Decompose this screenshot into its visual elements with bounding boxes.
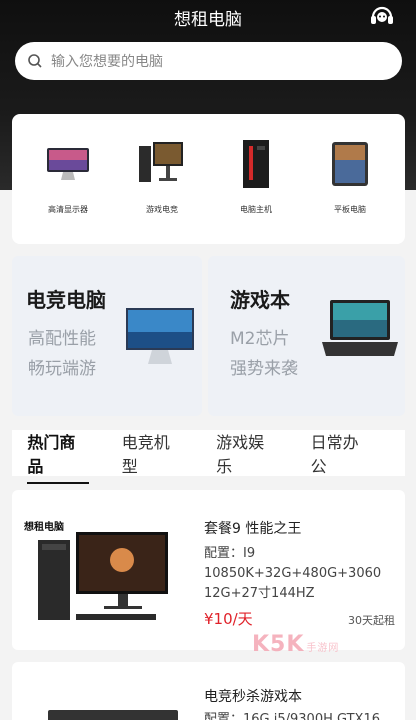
product-min-term: 30天起租 [348,614,395,627]
category-gaming[interactable]: 游戏电竞 [122,136,202,215]
tab-office[interactable]: 日常办公 [311,429,372,477]
product-image [38,532,168,620]
promo-line: 高配性能 [28,329,96,349]
monitor-icon [47,148,89,180]
product-config: 配置：I9 10850K+32G+480G+3060 12G+27寸144HZ [204,546,382,601]
product-name: 套餐9 性能之王 [204,521,302,537]
product-price: ¥10/天 [204,610,253,628]
promo-line: M2芯片 [230,329,290,349]
promo-line: 畅玩端游 [28,359,96,379]
category-label: 游戏电竞 [146,205,178,214]
tab-hot[interactable]: 热门商品 [27,429,90,484]
laptop-image [322,300,398,356]
watermark-main: K5K [252,632,305,657]
pc-tower-icon [243,140,269,188]
tab-esports[interactable]: 电竞机型 [122,429,183,477]
search-input[interactable]: 输入您想要的电脑 [15,42,402,80]
headset-icon[interactable] [368,2,396,30]
category-host[interactable]: 电脑主机 [216,136,296,215]
product-card[interactable]: 想租电脑 套餐9 性能之王 配置：I9 10850K+32G+480G+3060… [12,490,405,650]
product-name: 电竞秒杀游戏本 [204,689,302,705]
search-icon [28,54,42,68]
watermark-logo: K5K 手游网 [252,632,339,657]
promo-title: 游戏本 [230,288,290,312]
category-label: 平板电脑 [334,205,366,214]
promo-line: 强势来袭 [230,359,298,379]
category-tabs: 热门商品 电竞机型 游戏娱乐 日常办公 [12,429,405,484]
promo-gaming-pc[interactable]: 电竞电脑 高配性能 畅玩端游 [12,256,202,416]
promo-title: 电竞电脑 [26,288,106,312]
gaming-pc-icon [139,142,183,182]
category-tablet[interactable]: 平板电脑 [310,136,390,215]
category-grid: 高清显示器 游戏电竞 电脑主机 平板电脑 [12,114,405,244]
category-monitor[interactable]: 高清显示器 [28,136,108,215]
promo-gaming-laptop[interactable]: 游戏本 M2芯片 强势来袭 [208,256,405,416]
tab-games[interactable]: 游戏娱乐 [216,429,277,477]
product-config: 配置：16G i5/9300H GTX16 [204,712,381,720]
product-card[interactable]: 电竞秒杀游戏本 配置：16G i5/9300H GTX16 [12,662,405,720]
product-image [48,710,178,720]
search-placeholder: 输入您想要的电脑 [51,54,163,70]
category-label: 高清显示器 [48,205,88,214]
tablet-icon [332,142,368,186]
watermark-sub: 手游网 [306,643,340,654]
category-label: 电脑主机 [240,205,272,214]
monitor-image [126,308,194,364]
page-title: 想租电脑 [174,10,242,30]
